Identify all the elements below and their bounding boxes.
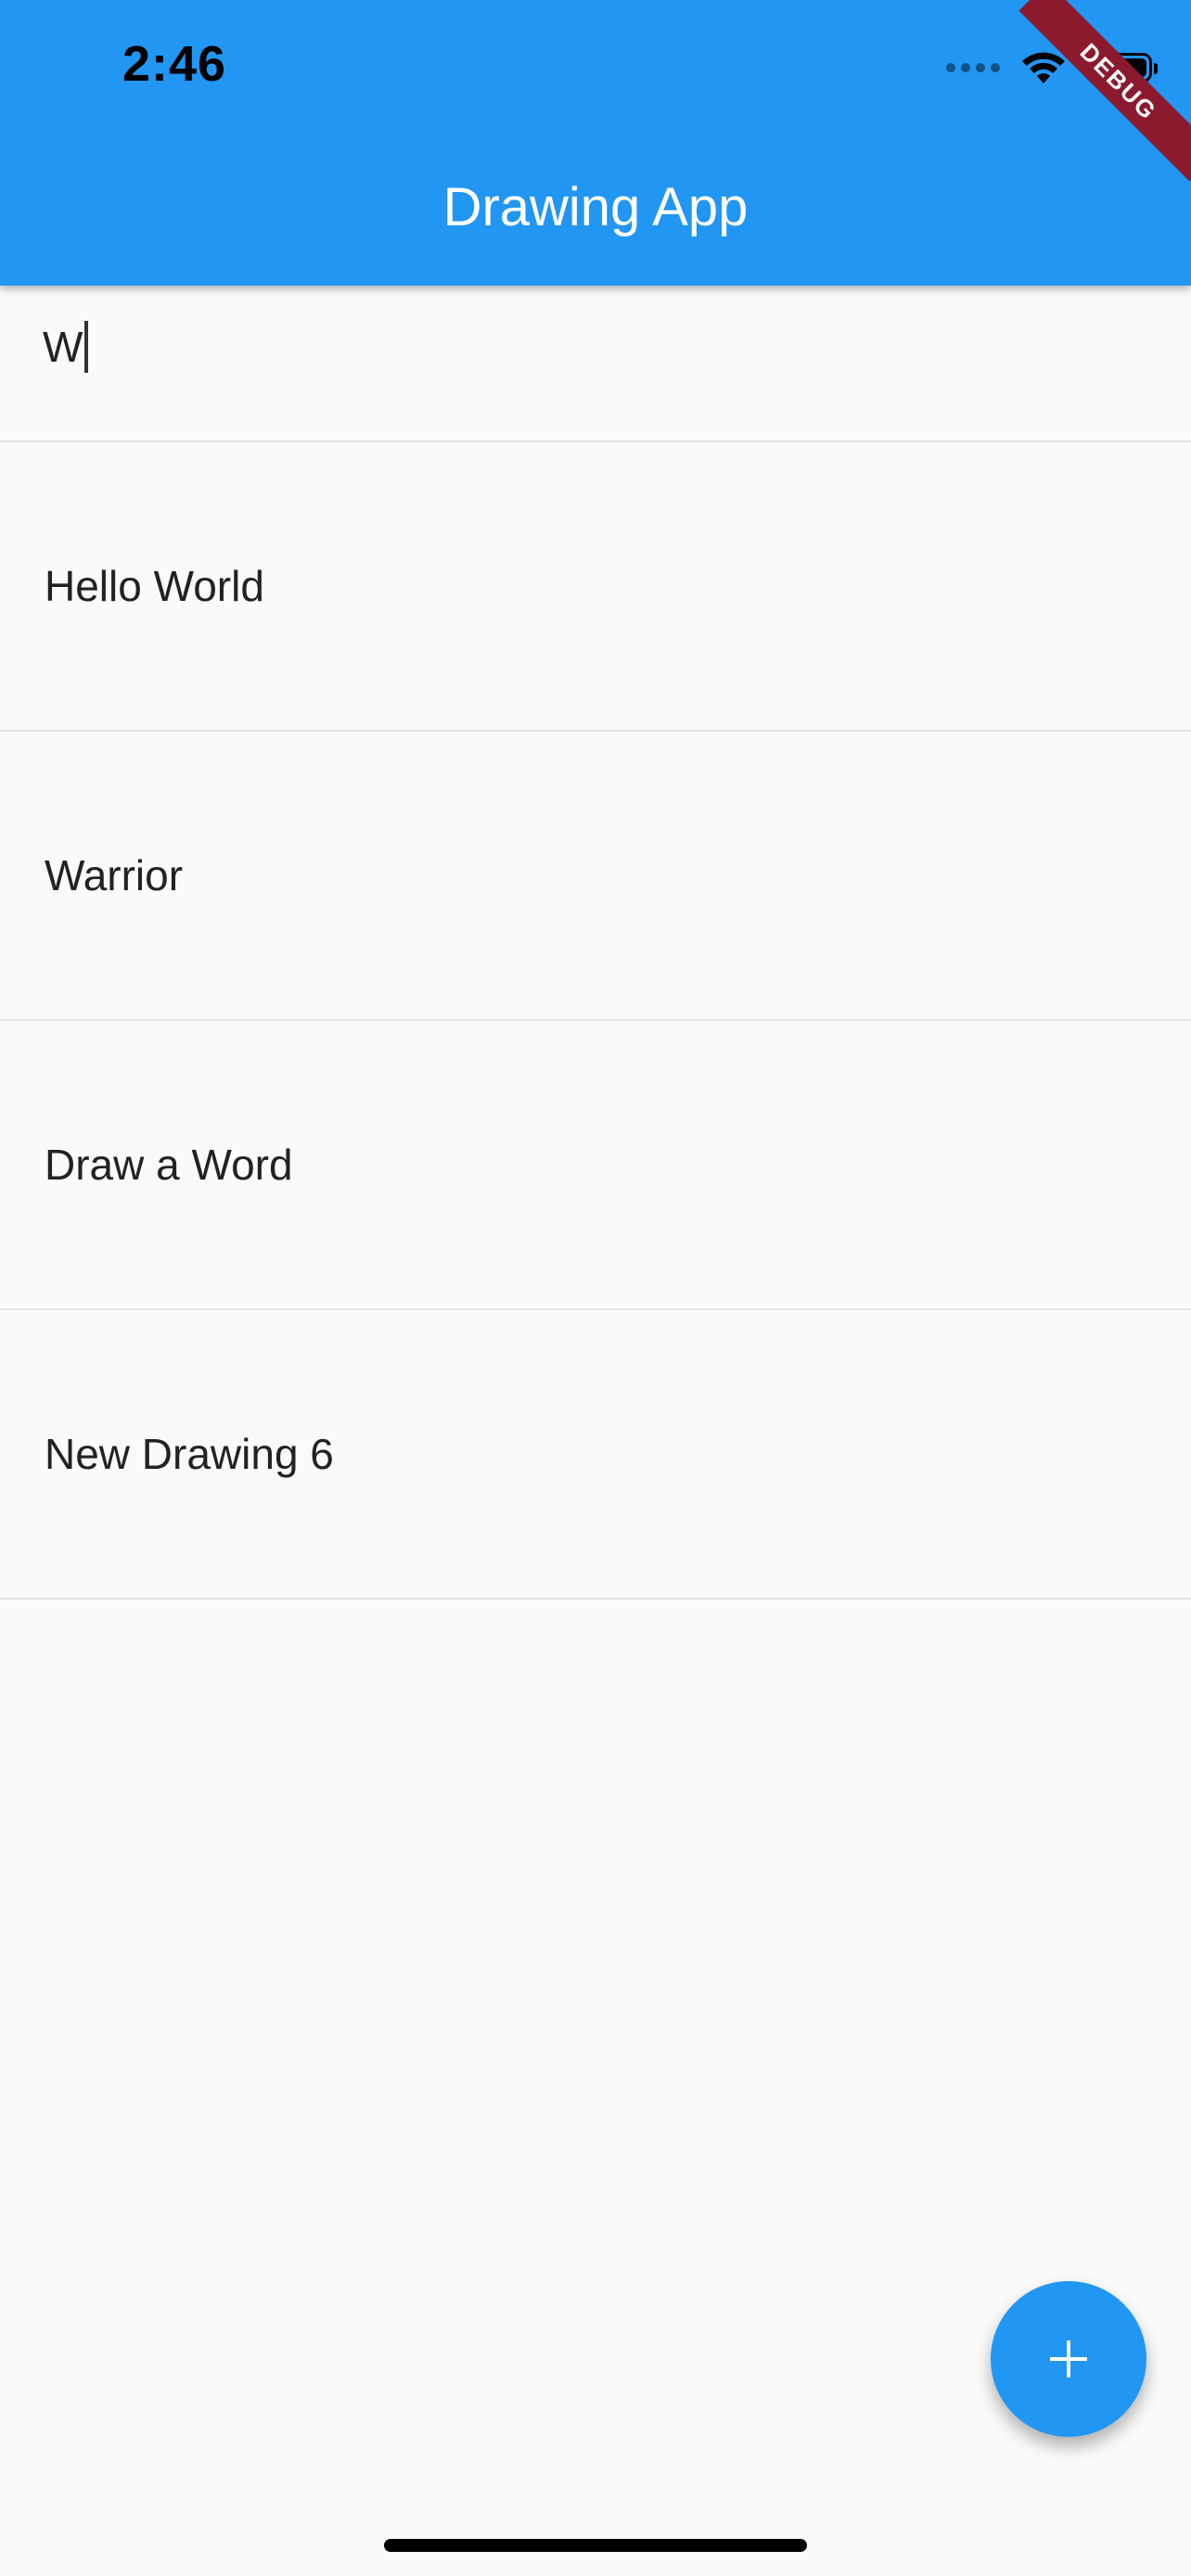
wifi-icon	[1022, 52, 1065, 83]
home-indicator[interactable]	[384, 2539, 807, 2552]
text-caret	[84, 321, 89, 373]
status-time: 2:46	[122, 36, 227, 92]
list-item[interactable]: New Drawing 6	[0, 1310, 1191, 1600]
search-input[interactable]: W	[43, 321, 89, 373]
app-bar: 2:46 Drawing App	[0, 0, 1191, 286]
list-item[interactable]: Hello World	[0, 442, 1191, 732]
search-field[interactable]: W	[0, 286, 1191, 442]
search-input-value: W	[43, 323, 83, 371]
list-item-label: Warrior	[45, 851, 184, 899]
plus-icon	[1050, 2340, 1087, 2378]
list-item-label: New Drawing 6	[45, 1430, 334, 1478]
list-item[interactable]: Warrior	[0, 732, 1191, 1021]
add-drawing-button[interactable]	[991, 2281, 1146, 2437]
page-title: Drawing App	[442, 177, 749, 237]
list-item-label: Hello World	[45, 562, 264, 610]
list-item-label: Draw a Word	[45, 1141, 293, 1189]
list-item[interactable]: Draw a Word	[0, 1021, 1191, 1310]
signal-dots-icon	[946, 63, 1000, 72]
